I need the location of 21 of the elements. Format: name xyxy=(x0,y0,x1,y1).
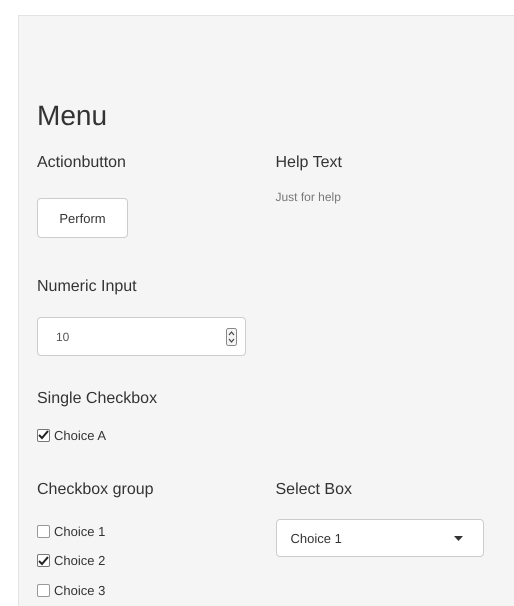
field-label: Select Box xyxy=(276,480,352,500)
checkbox-label: Choice 1 xyxy=(54,524,106,538)
select-box[interactable]: Choice 1 xyxy=(276,519,484,557)
field-label: Single Checkbox xyxy=(37,389,158,409)
checkbox[interactable] xyxy=(37,524,50,538)
checkbox-label: Choice 3 xyxy=(54,582,106,598)
checkbox-label: Choice 2 xyxy=(54,553,106,568)
field-label: Help Text xyxy=(276,153,342,173)
field-label: Actionbutton xyxy=(37,153,126,173)
checkbox-label: Choice A xyxy=(54,428,106,442)
checkbox[interactable] xyxy=(37,584,50,596)
help-text: Just for help xyxy=(276,190,341,204)
menu-title: Menu xyxy=(37,99,108,133)
perform-button[interactable]: Perform xyxy=(37,198,128,238)
checkbox[interactable] xyxy=(37,428,50,442)
field-label: Checkbox group xyxy=(37,480,154,500)
checkbox[interactable] xyxy=(37,554,50,567)
numeric-input[interactable]: 10 xyxy=(37,317,246,356)
spinner-icon[interactable] xyxy=(226,328,237,346)
field-label: Numeric Input xyxy=(37,277,137,297)
caret-icon xyxy=(454,536,462,540)
